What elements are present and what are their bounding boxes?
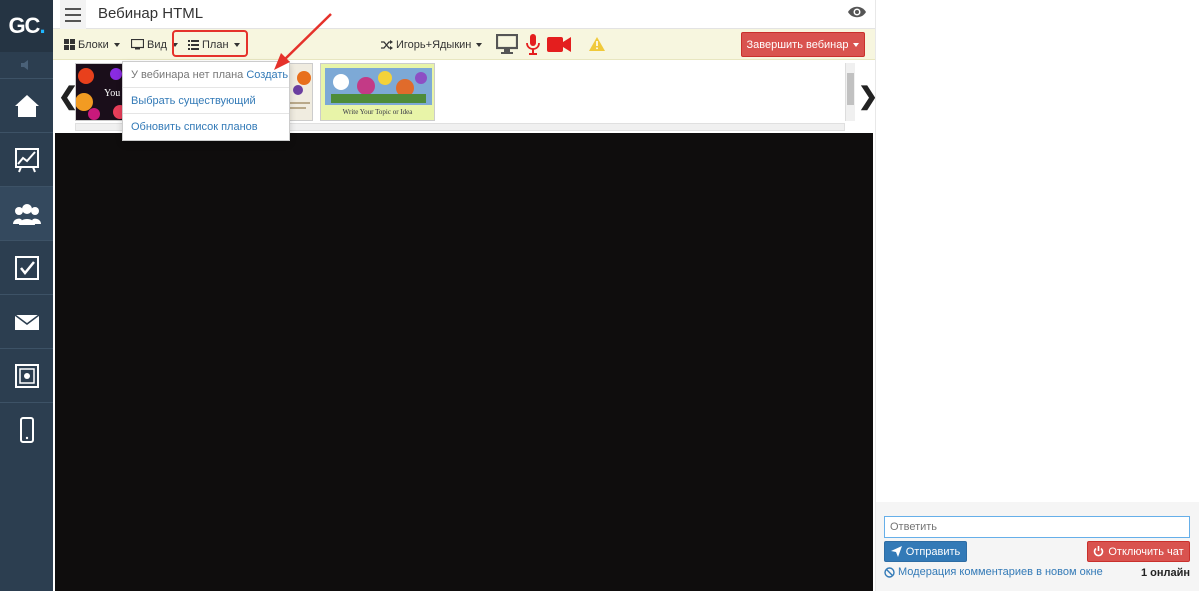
power-icon bbox=[1094, 546, 1104, 557]
sidebar-item-users[interactable] bbox=[0, 186, 53, 240]
view-label: Вид bbox=[147, 38, 167, 51]
monitor-icon bbox=[131, 39, 144, 50]
grid-icon bbox=[64, 39, 75, 50]
logo-text: GC bbox=[8, 13, 40, 38]
speakers-label: Игорь+Ядыкин bbox=[396, 38, 472, 51]
choose-existing-plan-label: Выбрать существующий bbox=[131, 94, 256, 107]
no-plan-text: У вебинара нет плана bbox=[131, 68, 244, 81]
sidebar-item-tasks[interactable] bbox=[0, 240, 53, 294]
header: Вебинар HTML bbox=[53, 0, 875, 29]
sound-icon[interactable] bbox=[0, 52, 53, 78]
plan-dropdown: У вебинара нет плана Создать Выбрать сущ… bbox=[122, 61, 290, 141]
webinar-toolbar: Блоки Вид План Игорь+Ядыкин Завершить ве… bbox=[53, 29, 875, 60]
strip-vertical-scrollbar[interactable] bbox=[845, 63, 855, 121]
refresh-plans-label: Обновить список планов bbox=[131, 121, 258, 133]
create-plan-link[interactable]: Создать bbox=[246, 69, 288, 81]
speakers-menu[interactable]: Игорь+Ядыкин bbox=[381, 29, 483, 60]
checkbox-icon bbox=[14, 255, 39, 280]
send-button[interactable]: Отправить bbox=[884, 541, 967, 562]
mobile-icon bbox=[19, 416, 34, 443]
disable-chat-label: Отключить чат bbox=[1108, 545, 1184, 558]
sidebar-item-home[interactable] bbox=[0, 78, 53, 132]
no-plan-row: У вебинара нет плана Создать bbox=[123, 62, 289, 88]
chat-footer: Отправить Отключить чат Модерация коммен… bbox=[876, 502, 1199, 591]
finish-webinar-label: Завершить вебинар bbox=[746, 38, 849, 51]
ban-icon bbox=[884, 566, 895, 578]
plan-label: План bbox=[202, 38, 229, 51]
mail-icon bbox=[14, 313, 39, 330]
camera-icon[interactable] bbox=[547, 37, 571, 52]
blocks-label: Блоки bbox=[78, 38, 109, 51]
safe-icon bbox=[14, 363, 39, 388]
online-count: 1 онлайн bbox=[1140, 567, 1190, 579]
shuffle-icon bbox=[381, 39, 393, 50]
slide-thumbnail-1-text: You bbox=[104, 88, 121, 99]
warning-icon[interactable] bbox=[589, 37, 605, 51]
microphone-icon[interactable] bbox=[526, 34, 540, 55]
sidebar-item-mobile[interactable] bbox=[0, 402, 53, 456]
paper-plane-icon bbox=[890, 546, 902, 557]
left-sidebar: GC. bbox=[0, 0, 53, 591]
sidebar-item-messages[interactable] bbox=[0, 294, 53, 348]
home-icon bbox=[14, 94, 39, 117]
page-title: Вебинар HTML bbox=[98, 5, 204, 22]
slide-thumbnail-1[interactable]: You bbox=[75, 63, 127, 121]
logo[interactable]: GC. bbox=[0, 0, 53, 52]
finish-webinar-button[interactable]: Завершить вебинар bbox=[741, 32, 865, 57]
refresh-plans-item[interactable]: Обновить список планов bbox=[123, 114, 289, 140]
logo-dot: . bbox=[39, 13, 45, 38]
blocks-menu[interactable]: Блоки bbox=[64, 29, 120, 60]
video-area[interactable] bbox=[55, 133, 873, 591]
list-icon bbox=[188, 39, 199, 50]
view-menu[interactable]: Вид bbox=[131, 29, 178, 60]
chat-panel: Отправить Отключить чат Модерация коммен… bbox=[875, 0, 1199, 591]
moderation-label: Модерация комментариев в новом окне bbox=[898, 566, 1103, 578]
users-icon bbox=[12, 203, 41, 225]
eye-icon[interactable] bbox=[847, 5, 867, 19]
moderation-link[interactable]: Модерация комментариев в новом окне bbox=[884, 566, 1103, 578]
send-label: Отправить bbox=[905, 545, 961, 558]
reply-input[interactable] bbox=[884, 516, 1190, 538]
slide-thumbnail-3[interactable]: Write Your Topic or Idea bbox=[320, 63, 435, 121]
slide-thumbnail-3-caption: Write Your Topic or Idea bbox=[342, 108, 413, 116]
sidebar-item-statistics[interactable] bbox=[0, 132, 53, 186]
chart-icon bbox=[14, 147, 39, 172]
screen-share-icon[interactable] bbox=[496, 34, 518, 54]
choose-existing-plan-item[interactable]: Выбрать существующий bbox=[123, 88, 289, 114]
menu-toggle-icon[interactable] bbox=[60, 0, 86, 29]
plan-menu[interactable]: План bbox=[188, 29, 240, 60]
disable-chat-button[interactable]: Отключить чат bbox=[1087, 541, 1190, 562]
sidebar-item-sales[interactable] bbox=[0, 348, 53, 402]
app-root: GC. Вебинар HTML Блоки Вид План Игорь+Яд… bbox=[0, 0, 1199, 591]
